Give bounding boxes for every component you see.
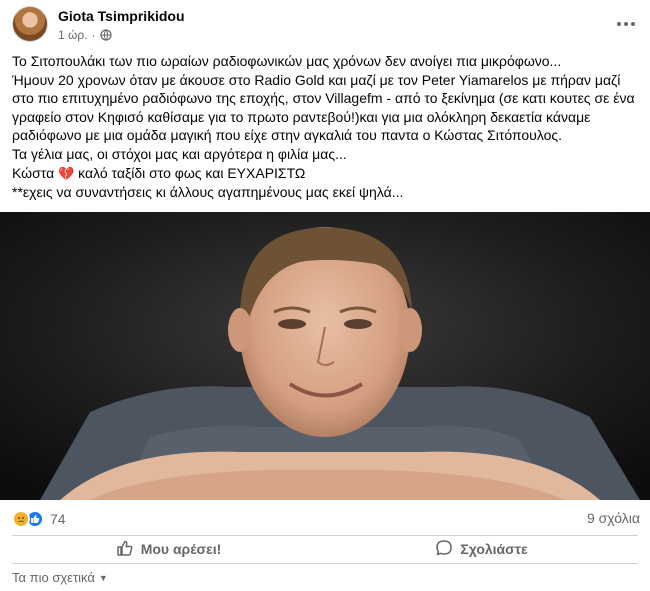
sad-reaction-icon	[12, 510, 30, 528]
comment-icon	[435, 539, 453, 560]
sort-label: Τα πιο σχετικά	[12, 570, 95, 585]
more-options-icon[interactable]	[614, 12, 638, 36]
post-line: Το Σιτοπουλάκι των πιο ωραίων ραδιοφωνικ…	[12, 53, 562, 69]
post-line: Τα γέλια μας, οι στόχοι μας και αργότερα…	[12, 145, 347, 162]
post-card: Giota Tsimprikidou 1 ώρ. · Το Σιτοπουλάκ…	[0, 0, 650, 591]
like-button[interactable]: Μου αρέσει!	[12, 537, 325, 561]
avatar[interactable]	[12, 6, 48, 42]
comment-sort-dropdown[interactable]: Τα πιο σχετικά ▼	[12, 570, 108, 585]
divider	[12, 563, 638, 564]
comments-count[interactable]: 9 σχόλια	[587, 510, 640, 526]
reactions-summary[interactable]: 74	[12, 509, 66, 529]
thumbs-up-icon	[116, 539, 134, 560]
reaction-count[interactable]: 74	[50, 511, 66, 527]
comment-label: Σχολιάστε	[460, 541, 528, 557]
globe-icon	[99, 29, 112, 41]
post-line: **εχεις να συναντήσεις κι άλλους αγαπημέ…	[12, 184, 404, 201]
post-line: Ήμουν 20 χρονων όταν με άκουσε στο Radio…	[12, 71, 635, 144]
author-name[interactable]: Giota Tsimprikidou	[58, 8, 185, 24]
broken-heart-icon: 💔	[58, 165, 75, 181]
divider	[12, 535, 638, 536]
post-actions: Μου αρέσει! Σχολιάστε	[12, 537, 638, 561]
caret-down-icon: ▼	[98, 572, 108, 583]
comment-button[interactable]: Σχολιάστε	[325, 537, 638, 561]
post-meta: 1 ώρ. ·	[58, 28, 112, 42]
post-time[interactable]: 1 ώρ.	[58, 28, 88, 42]
meta-separator: ·	[91, 28, 96, 42]
like-label: Μου αρέσει!	[140, 541, 222, 557]
farewell-text: καλό ταξίδι στο φως και ΕΥΧΑΡΙΣΤΩ	[74, 164, 306, 181]
post-line-kosta: Κώστα 💔 καλό ταξίδι στο φως και ΕΥΧΑΡΙΣΤ…	[12, 164, 638, 184]
post-photo[interactable]	[0, 212, 650, 500]
post-text: Το Σιτοπουλάκι των πιο ωραίων ραδιοφωνικ…	[12, 52, 638, 202]
kosta-text: Κώστα	[12, 164, 55, 181]
post-header: Giota Tsimprikidou 1 ώρ. ·	[12, 6, 638, 46]
